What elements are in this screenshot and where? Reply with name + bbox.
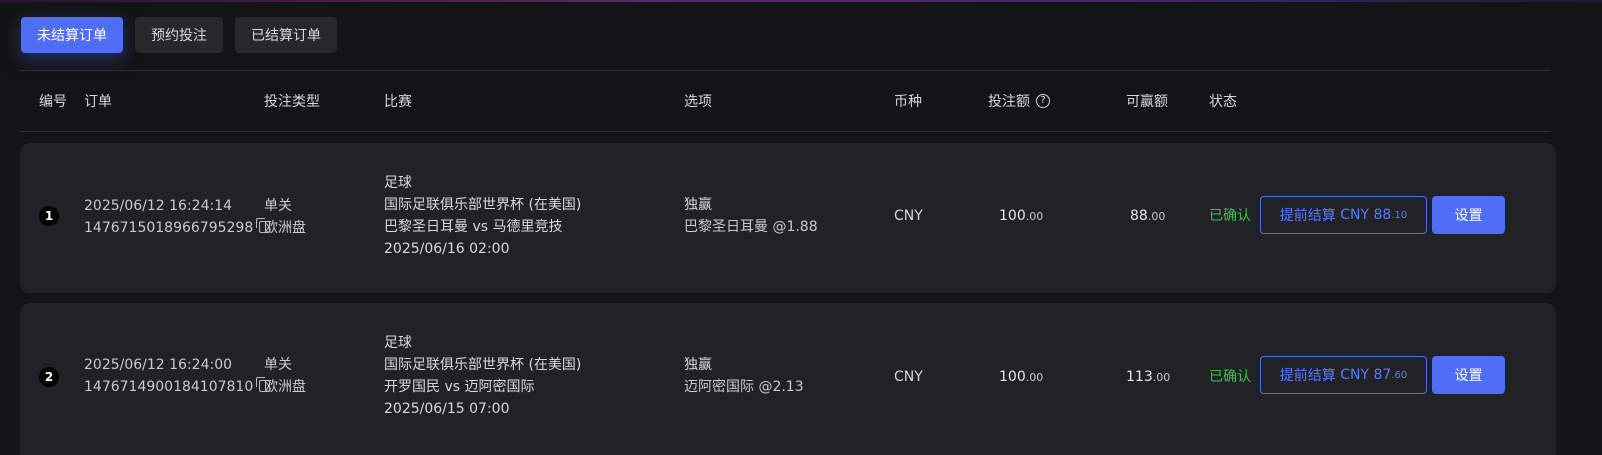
order-info: 2025/06/12 16:24:14 1476715018966795298: [84, 195, 273, 239]
payout-decimal: .00: [1152, 371, 1171, 384]
stake-amount: 100.00: [999, 205, 1043, 228]
teams: 巴黎圣日耳曼 vs 马德里竞技: [384, 219, 563, 235]
help-icon[interactable]: ?: [1036, 94, 1050, 108]
stake-integer: 100: [999, 369, 1026, 385]
order-id-line: 1476714900184107810: [84, 376, 273, 398]
table-row: 2 2025/06/12 16:24:00 147671490018410781…: [20, 303, 1556, 455]
bet-type: 单关: [264, 198, 292, 214]
order-id-line: 1476715018966795298: [84, 217, 273, 239]
status-badge: 已确认: [1209, 208, 1251, 224]
cashout-integer: 87: [1373, 367, 1392, 383]
order-id: 1476715018966795298: [84, 220, 254, 236]
payout-amount: 113.00: [1126, 366, 1170, 389]
header-bet-type: 投注类型: [264, 94, 320, 110]
match-info: 足球 国际足联俱乐部世界杯 (在美国) 开罗国民 vs 迈阿密国际 2025/0…: [384, 332, 581, 420]
order-tabs: 未结算订单 预约投注 已结算订单: [21, 17, 337, 53]
odds-type: 欧洲盘: [264, 220, 306, 236]
settings-button[interactable]: 设置: [1432, 196, 1505, 234]
payout-amount: 88.00: [1130, 205, 1165, 228]
cashout-currency: CNY: [1340, 367, 1370, 383]
settings-button[interactable]: 设置: [1432, 356, 1505, 394]
cashout-label: 提前结算: [1279, 368, 1336, 384]
currency: CNY: [894, 208, 923, 224]
teams: 开罗国民 vs 迈阿密国际: [384, 379, 535, 395]
kickoff-time: 2025/06/16 02:00: [384, 241, 510, 257]
pick: 巴黎圣日耳曼 @1.88: [684, 219, 818, 235]
table-row: 1 2025/06/12 16:24:14 147671501896679529…: [20, 143, 1556, 293]
header-match: 比赛: [384, 94, 412, 110]
order-info: 2025/06/12 16:24:00 1476714900184107810: [84, 354, 273, 398]
market: 独赢: [684, 357, 712, 373]
row-number: 2: [39, 367, 59, 387]
match-info: 足球 国际足联俱乐部世界杯 (在美国) 巴黎圣日耳曼 vs 马德里竞技 2025…: [384, 172, 581, 260]
bet-type-info: 单关 欧洲盘: [264, 195, 306, 239]
header-order: 订单: [84, 94, 112, 110]
cashout-decimal: .10: [1391, 209, 1408, 221]
league: 国际足联俱乐部世界杯 (在美国): [384, 197, 582, 213]
header-selection: 选项: [684, 94, 712, 110]
cashout-label: 提前结算: [1279, 208, 1336, 224]
market: 独赢: [684, 197, 712, 213]
stake-integer: 100: [999, 208, 1026, 224]
top-accent-line: [0, 0, 1602, 2]
stake-amount: 100.00: [999, 366, 1043, 389]
order-datetime: 2025/06/12 16:24:14: [84, 198, 233, 214]
bet-type-info: 单关 欧洲盘: [264, 354, 306, 398]
currency: CNY: [894, 369, 923, 385]
header-status: 状态: [1209, 94, 1237, 110]
header-stake: 投注额 ?: [988, 71, 1050, 131]
odds-type: 欧洲盘: [264, 379, 306, 395]
row-number: 1: [39, 206, 59, 226]
selection-info: 独赢 巴黎圣日耳曼 @1.88: [684, 194, 818, 238]
stake-decimal: .00: [1025, 371, 1044, 384]
payout-integer: 88: [1130, 208, 1148, 224]
table-header: 编号 订单 投注类型 比赛 选项 币种 投注额 ? 可赢额 状态: [20, 70, 1551, 132]
bet-type: 单关: [264, 357, 292, 373]
sport: 足球: [384, 335, 412, 351]
selection-info: 独赢 迈阿密国际 @2.13: [684, 354, 804, 398]
header-payout: 可赢额: [1126, 94, 1168, 110]
cashout-button[interactable]: 提前结算 CNY 87.60: [1260, 356, 1427, 394]
kickoff-time: 2025/06/15 07:00: [384, 401, 510, 417]
tab-unsettled-orders[interactable]: 未结算订单: [21, 17, 123, 53]
payout-integer: 113: [1126, 369, 1153, 385]
cashout-currency: CNY: [1340, 207, 1370, 223]
payout-decimal: .00: [1147, 210, 1166, 223]
cashout-integer: 88: [1373, 207, 1392, 223]
tab-scheduled-bets[interactable]: 预约投注: [135, 17, 223, 53]
header-currency: 币种: [894, 94, 922, 110]
order-id: 1476714900184107810: [84, 379, 254, 395]
stake-decimal: .00: [1025, 210, 1044, 223]
status-badge: 已确认: [1209, 369, 1251, 385]
order-datetime: 2025/06/12 16:24:00: [84, 357, 233, 373]
sport: 足球: [384, 175, 412, 191]
header-no: 编号: [39, 94, 67, 110]
header-stake-label: 投注额: [988, 94, 1030, 110]
cashout-decimal: .60: [1391, 369, 1408, 381]
cashout-button[interactable]: 提前结算 CNY 88.10: [1260, 196, 1427, 234]
league: 国际足联俱乐部世界杯 (在美国): [384, 357, 582, 373]
tab-settled-orders[interactable]: 已结算订单: [235, 17, 337, 53]
pick: 迈阿密国际 @2.13: [684, 379, 804, 395]
